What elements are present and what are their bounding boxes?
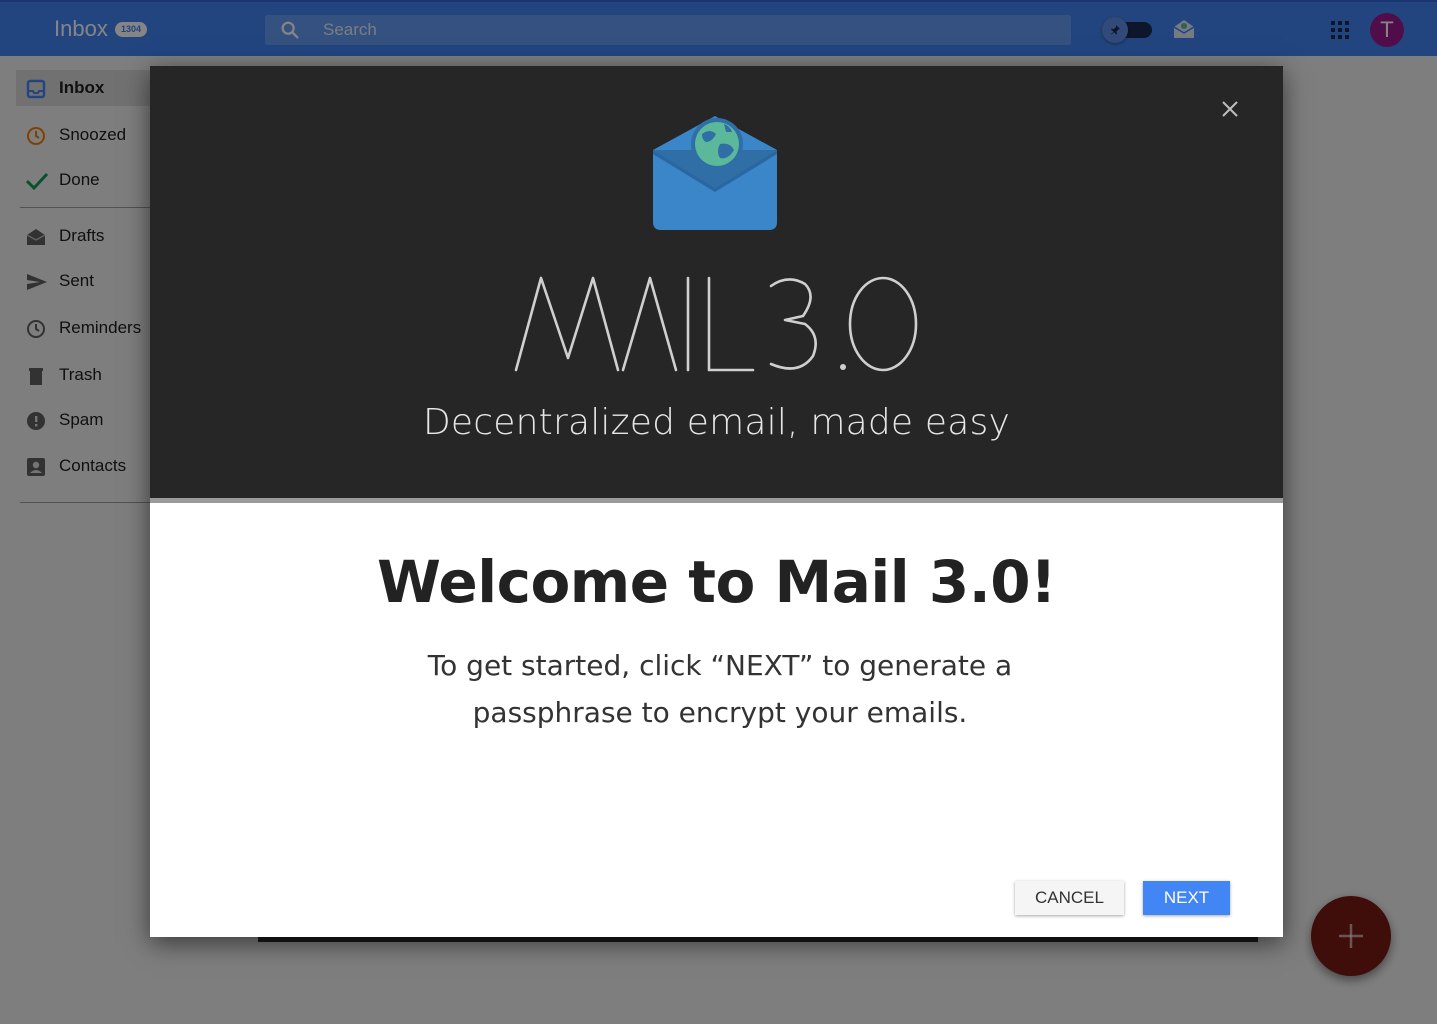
next-button[interactable]: NEXT — [1143, 881, 1230, 915]
welcome-dialog: Decentralized email, made easy Welcome t… — [150, 66, 1283, 937]
dialog-body: To get started, click “NEXT” to generate… — [427, 649, 1013, 729]
dialog-tagline: Decentralized email, made easy — [423, 402, 1010, 443]
hero-divider — [150, 498, 1283, 503]
close-icon[interactable] — [1219, 98, 1241, 120]
mail3-wordmark — [513, 274, 923, 379]
mail3-logo-icon — [650, 114, 780, 239]
dialog-title: Welcome to Mail 3.0! — [376, 548, 1057, 616]
cancel-button[interactable]: CANCEL — [1015, 881, 1124, 915]
dialog-hero: Decentralized email, made easy — [150, 66, 1283, 498]
